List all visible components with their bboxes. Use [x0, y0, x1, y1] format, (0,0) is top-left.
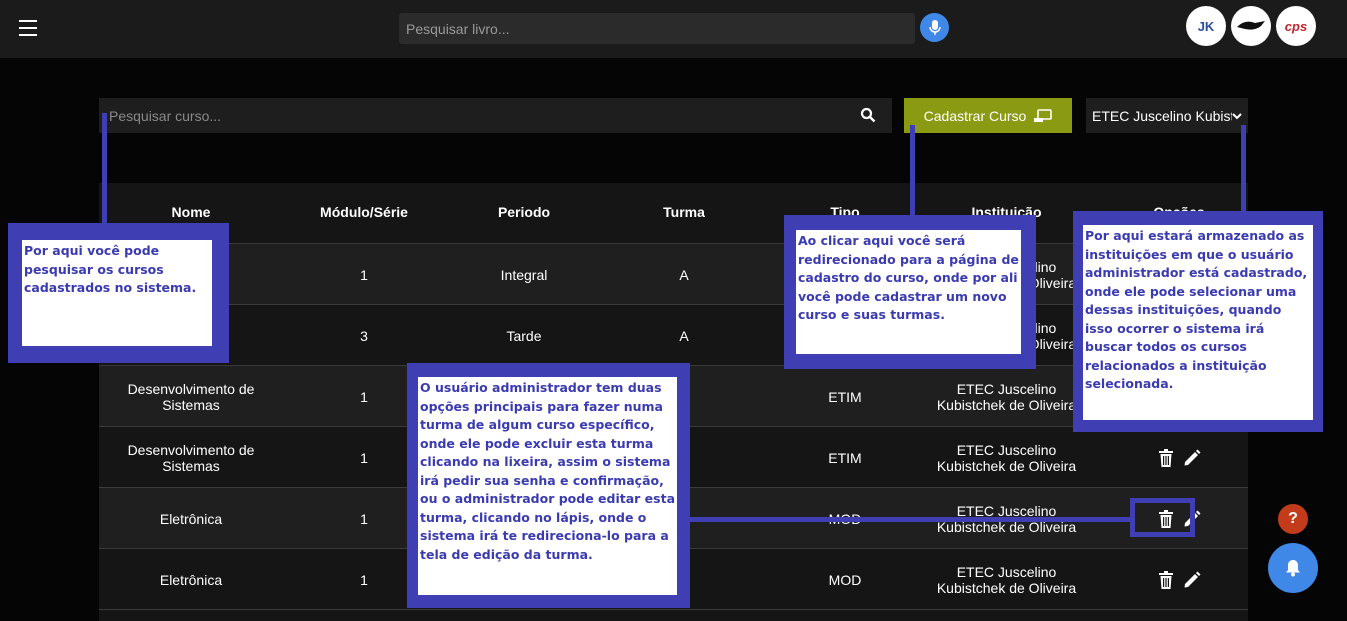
connector-line	[688, 517, 1134, 522]
cell-nome: Eletrônica	[159, 571, 223, 588]
microphone-icon	[928, 19, 941, 35]
institution-select[interactable]: ETEC Juscelino Kubistchek de Oliveira	[1086, 98, 1248, 133]
cell-nome: Desenvolvimento de Sistemas	[127, 441, 255, 474]
callout-search-text: Por aqui você pode pesquisar os cursos c…	[22, 240, 212, 346]
header-turma: Turma	[663, 204, 705, 220]
trash-icon[interactable]	[1157, 448, 1175, 467]
table-row	[99, 609, 1248, 621]
pencil-icon[interactable]	[1183, 449, 1201, 467]
menu-icon[interactable]	[19, 20, 37, 36]
bell-icon	[1286, 560, 1300, 577]
cell-nome: Eletrônica	[159, 510, 223, 527]
notifications-button[interactable]	[1268, 543, 1318, 593]
header-modulo: Módulo/Série	[320, 204, 408, 220]
connector-line	[910, 125, 915, 217]
top-navbar: JK cps	[0, 0, 1347, 58]
cell-modulo: 1	[360, 571, 368, 588]
cell-tipo: ETIM	[828, 388, 862, 405]
cell-modulo: 1	[360, 510, 368, 527]
mascot-logo	[1231, 6, 1271, 46]
cadastrar-curso-label: Cadastrar Curso	[923, 107, 1027, 124]
cell-periodo: Tarde	[506, 327, 542, 344]
cell-instituicao: ETEC Juscelino Kubistchek de Oliveira	[936, 380, 1077, 413]
cell-turma: A	[679, 327, 689, 344]
cps-logo: cps	[1276, 6, 1316, 46]
cell-nome: Desenvolvimento de Sistemas	[127, 380, 255, 413]
microphone-button[interactable]	[920, 13, 949, 42]
jk-logo: JK	[1186, 6, 1226, 46]
cell-modulo: 1	[360, 266, 368, 283]
header-nome: Nome	[171, 204, 211, 220]
cell-instituicao: ETEC Juscelino Kubistchek de Oliveira	[936, 563, 1077, 596]
course-search-input[interactable]	[99, 98, 892, 133]
callout-institution: Por aqui estará armazenado as instituiçõ…	[1073, 211, 1323, 432]
row-options	[1129, 549, 1229, 610]
connector-line	[1241, 125, 1246, 213]
add-course-icon	[1034, 108, 1053, 122]
trash-icon[interactable]	[1157, 570, 1175, 589]
chevron-down-icon	[1232, 112, 1242, 119]
callout-cadastrar-text: Ao clicar aqui você será redirecionado p…	[796, 230, 1021, 354]
cell-modulo: 1	[360, 449, 368, 466]
callout-options: O usuário administrador tem duas opções …	[407, 363, 690, 608]
options-highlight	[1130, 498, 1195, 537]
help-button[interactable]: ?	[1278, 504, 1308, 534]
book-search-input[interactable]	[399, 13, 915, 44]
callout-search: Por aqui você pode pesquisar os cursos c…	[8, 223, 229, 363]
cell-tipo: MOD	[828, 571, 862, 588]
cell-turma: A	[679, 266, 689, 283]
row-options	[1129, 427, 1229, 488]
cell-instituicao: ETEC Juscelino Kubistchek de Oliveira	[936, 441, 1077, 474]
callout-cadastrar: Ao clicar aqui você será redirecionado p…	[784, 215, 1036, 369]
search-icon[interactable]	[860, 107, 876, 123]
cell-modulo: 3	[360, 327, 368, 344]
cell-modulo: 1	[360, 388, 368, 405]
callout-options-text: O usuário administrador tem duas opções …	[418, 377, 677, 595]
connector-line	[102, 113, 107, 225]
institution-selected-value: ETEC Juscelino Kubistchek de Oliveira	[1092, 107, 1232, 124]
callout-institution-text: Por aqui estará armazenado as instituiçõ…	[1083, 225, 1313, 420]
cadastrar-curso-button[interactable]: Cadastrar Curso	[904, 98, 1072, 133]
cell-tipo: ETIM	[828, 449, 862, 466]
help-icon: ?	[1288, 510, 1298, 527]
pencil-icon[interactable]	[1183, 571, 1201, 589]
cell-periodo: Integral	[500, 266, 548, 283]
header-periodo: Periodo	[497, 204, 551, 220]
